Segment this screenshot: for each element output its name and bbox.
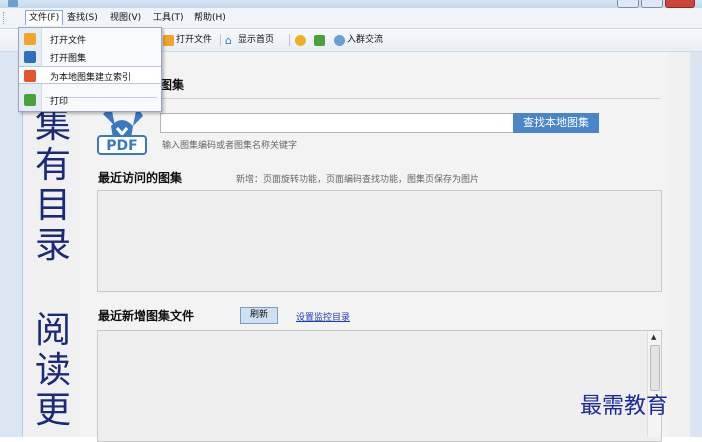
watermark: 最需教育 [580, 394, 669, 419]
feedback-button[interactable] [314, 33, 325, 47]
maximize-button[interactable] [641, 0, 663, 8]
new-files-list[interactable] [97, 330, 662, 442]
side-char: 目 [34, 185, 71, 226]
group-icon [334, 34, 345, 46]
side-char: 有 [34, 145, 71, 186]
set-monitor-dir-link[interactable]: 设置监控目录 [296, 310, 350, 323]
side-char: 集 [34, 105, 71, 146]
search-local-button[interactable]: 查找本地图集 [513, 113, 599, 133]
emoji-button[interactable] [295, 33, 306, 47]
folder-icon [24, 33, 36, 45]
menu-item-label: 打开图集 [50, 54, 87, 64]
menu-item-build-index[interactable]: 为本地图集建立索引 [19, 66, 161, 84]
scroll-thumb[interactable] [650, 345, 660, 391]
file-menu-dropdown: 打开文件 打开图集 为本地图集建立索引 打印 [18, 27, 162, 112]
scroll-up-icon[interactable]: ▲ [651, 333, 656, 341]
right-edge [690, 52, 702, 437]
side-char: 录 [34, 225, 71, 266]
search-input[interactable] [160, 113, 514, 133]
menu-item-open-file[interactable]: 打开文件 [19, 30, 161, 48]
feedback-icon [314, 34, 325, 46]
menu-bar: 文件(F) 查找(S) 视图(V) 工具(T) 帮助(H) [0, 8, 702, 29]
refresh-button[interactable]: 刷新 [240, 307, 278, 324]
menu-item-label: 打印 [50, 97, 69, 107]
join-group-label: 入群交流 [347, 35, 384, 45]
search-section-title: 图集 [160, 78, 185, 92]
new-files-scrollbar[interactable]: ▲ [647, 331, 661, 437]
side-char: 读 [34, 350, 71, 391]
toolbar-separator [220, 34, 221, 46]
printer-icon [24, 94, 36, 106]
menu-search[interactable]: 查找(S) [64, 11, 101, 25]
menu-view[interactable]: 视图(V) [107, 11, 144, 25]
side-char: 阅 [34, 310, 71, 351]
open-file-label: 打开文件 [176, 35, 213, 45]
section-divider [97, 98, 660, 99]
menu-file[interactable]: 文件(F) [25, 10, 64, 25]
smiley-icon [295, 34, 306, 46]
show-home-button[interactable]: ⌂ 显示首页 [225, 33, 274, 47]
title-bar [0, 0, 702, 8]
search-hint: 输入图集编码或者图集名称关键字 [162, 141, 298, 151]
side-char: 更 [34, 390, 71, 431]
close-button[interactable] [665, 0, 695, 8]
menu-item-print[interactable]: 打印 [19, 91, 161, 109]
pdf-logo-text: PDF [106, 138, 137, 154]
album-icon [24, 51, 36, 63]
menu-grip [3, 12, 6, 24]
toolbar-separator [289, 34, 290, 46]
index-icon [24, 70, 36, 82]
new-files-title: 最近新增图集文件 [98, 309, 195, 323]
menu-item-label: 打开文件 [50, 36, 87, 46]
menu-item-label: 为本地图集建立索引 [50, 73, 132, 83]
open-file-button[interactable]: 打开文件 [163, 33, 212, 47]
show-home-label: 显示首页 [238, 35, 275, 45]
minimize-button[interactable] [617, 0, 639, 8]
menu-help[interactable]: 帮助(H) [191, 11, 229, 25]
recent-albums-list[interactable] [97, 190, 662, 292]
folder-icon [163, 34, 174, 46]
update-note: 新增：页面旋转功能，页面编码查找功能，图集页保存为图片 [236, 175, 480, 185]
join-group-button[interactable]: 入群交流 [334, 33, 383, 47]
menu-tools[interactable]: 工具(T) [150, 11, 187, 25]
recent-albums-title: 最近访问的图集 [98, 171, 183, 185]
menu-item-open-album[interactable]: 打开图集 [19, 48, 161, 66]
app-icon [8, 0, 18, 7]
home-icon: ⌂ [225, 33, 232, 47]
